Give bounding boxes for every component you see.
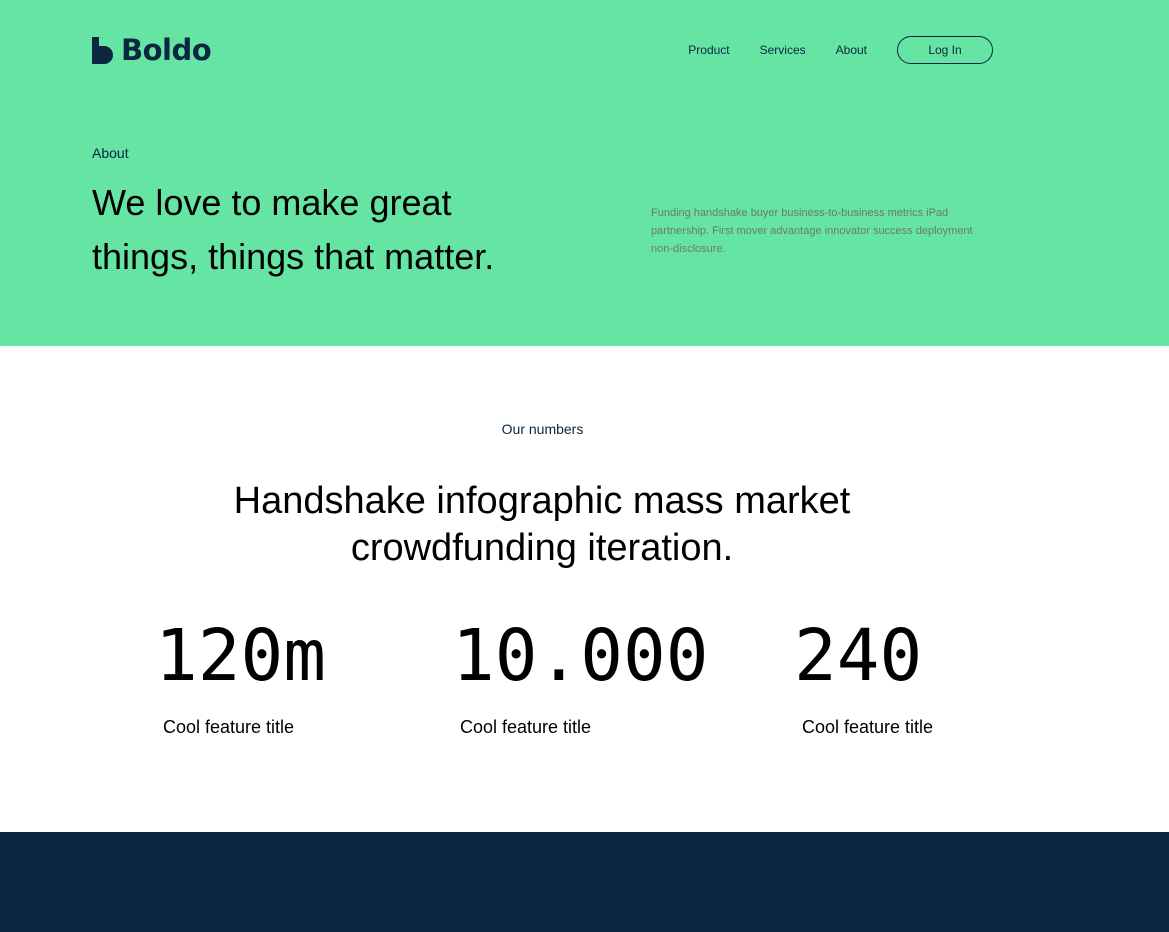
dark-section — [0, 832, 1169, 932]
hero-title-line-2: things, things that matter. — [92, 236, 495, 277]
hero-eyebrow: About — [92, 145, 129, 161]
hero-section: Boldo Product Services About Log In Abou… — [0, 0, 1169, 346]
stat-label-1: Cool feature title — [163, 717, 295, 737]
brand-logo[interactable]: Boldo — [92, 33, 212, 67]
stat-value-1: 120m — [155, 614, 326, 697]
nav-link-services[interactable]: Services — [760, 36, 806, 64]
hero-title: We love to make great things, things tha… — [92, 176, 552, 284]
hero-description: Funding handshake buyer business-to-busi… — [651, 207, 973, 255]
stat-label-2: Cool feature title — [460, 717, 592, 737]
boldo-logo-icon — [92, 36, 113, 64]
stat-value-2: 10.000 — [452, 614, 709, 697]
numbers-title-line-1: Handshake infographic mass market — [233, 480, 851, 522]
main-nav: Product Services About Log In — [688, 36, 993, 64]
nav-link-product[interactable]: Product — [688, 36, 729, 64]
numbers-title: Handshake infographic mass market crowdf… — [192, 478, 892, 572]
hero-title-line-1: We love to make great — [92, 182, 452, 223]
stat-value-3: 240 — [794, 614, 923, 697]
numbers-eyebrow: Our numbers — [501, 421, 584, 437]
nav-link-about[interactable]: About — [836, 36, 867, 64]
numbers-title-line-2: crowdfunding iteration. — [350, 527, 734, 569]
brand-name: Boldo — [121, 33, 212, 67]
login-button[interactable]: Log In — [897, 36, 993, 64]
stat-label-3: Cool feature title — [802, 717, 934, 737]
